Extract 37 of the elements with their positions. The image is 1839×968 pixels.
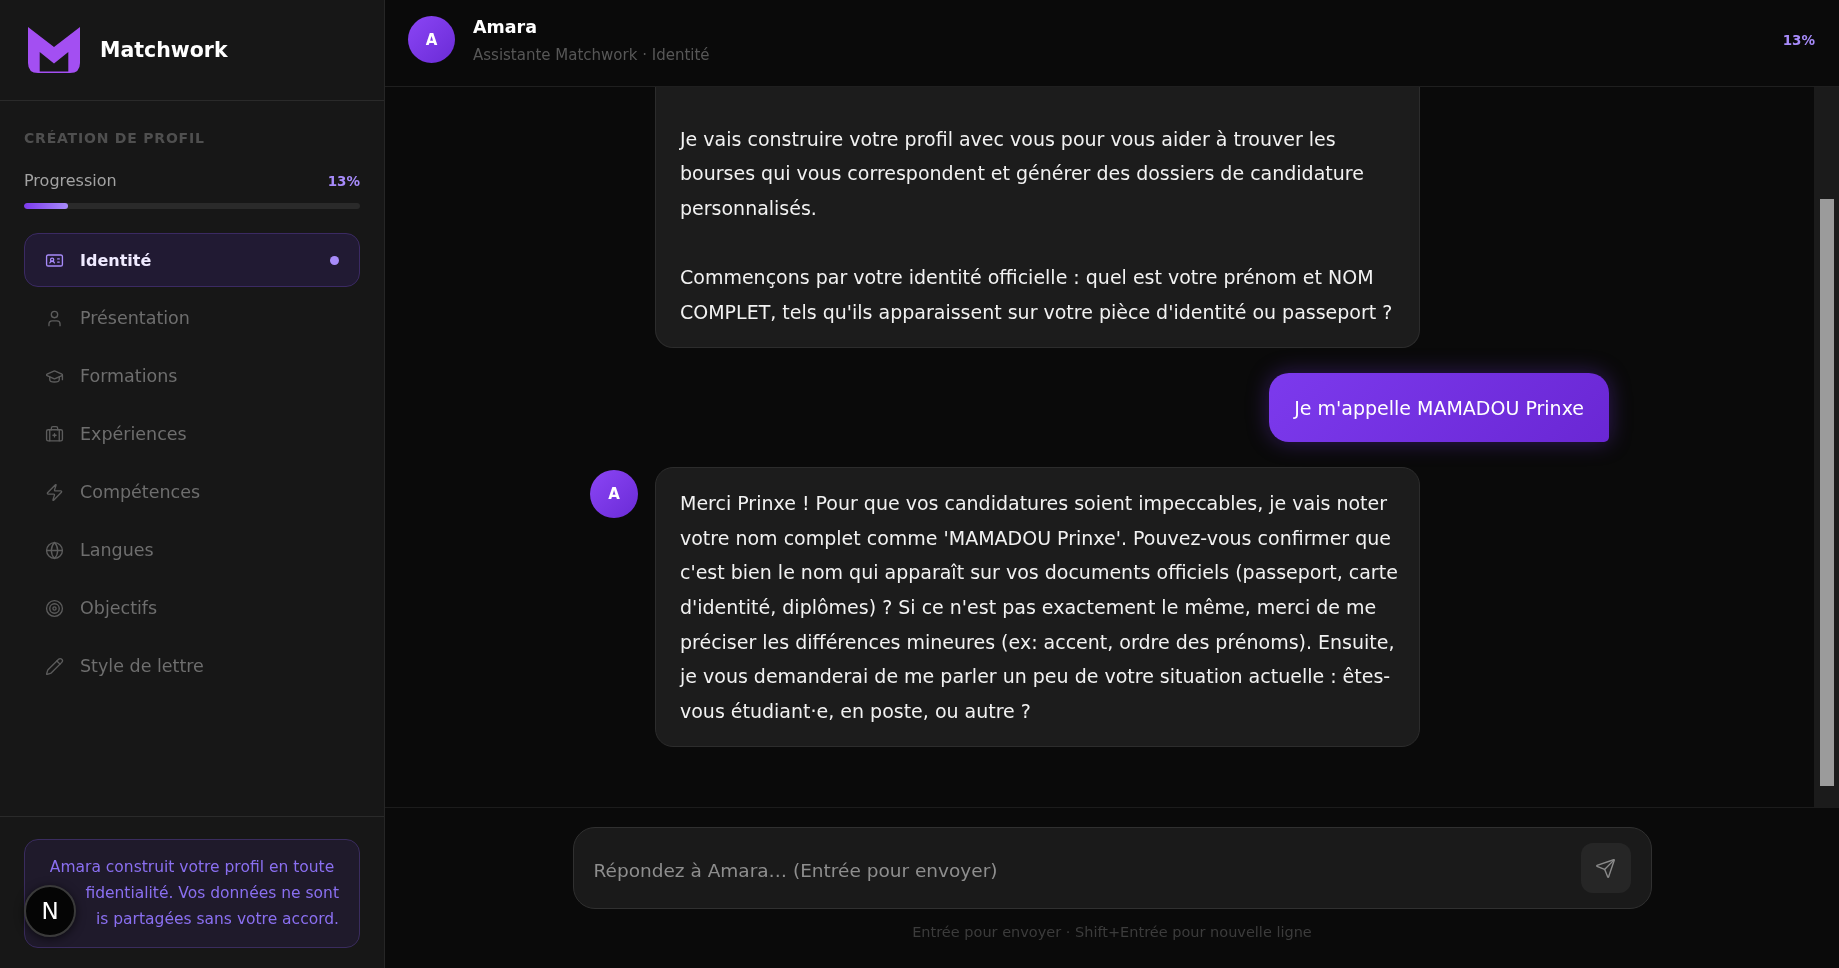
- message-field[interactable]: Répondez à Amara… (Entrée pour envoyer): [572, 827, 1652, 909]
- avatar: A: [408, 16, 455, 63]
- m-logo-icon: [28, 27, 80, 73]
- nav-item[interactable]: Expériences: [24, 407, 360, 461]
- scrollbar-thumb[interactable]: [1820, 199, 1834, 786]
- message-paragraph: Commençons par votre identité officielle : quel est votre prénom et NOM COMPLET, tels qu'ils apparaissent sur votre pièce d'identité ou passeport ?: [680, 264, 1394, 325]
- send-icon: [1595, 857, 1616, 879]
- lightning-icon: [45, 482, 64, 502]
- nav-item[interactable]: Formations: [24, 349, 360, 403]
- nav-item[interactable]: Compétences: [24, 465, 360, 519]
- contact-name: Amara: [473, 16, 539, 39]
- avatar: A: [590, 470, 638, 519]
- brand-name: Matchwork: [100, 37, 228, 63]
- globe-icon: [45, 540, 64, 560]
- person-icon: [45, 308, 64, 328]
- progress-value: 13%: [327, 172, 360, 191]
- nav-item[interactable]: Langues: [24, 523, 360, 577]
- briefcase-icon: [45, 424, 64, 444]
- section-title: CRÉATION DE PROFIL: [24, 130, 206, 146]
- pencil-icon: [45, 656, 64, 676]
- message-paragraph: Merci Prinxe ! Pour que vos candidatures soient impeccables, je vais noter votre nom complet comme 'MAMADOU Prinxe'. Pouvez-vous confirmer que c'est bien le nom qui apparaît sur vos documents officiels (passeport, carte d'identité, diplômes) ? Si ce n'est pas exactement le même, merci de me préciser les différences mineures (ex: accent, ordre des prénoms). Ensuite, je vous demanderai de me parler un peu de votre situation actuelle : êtes- vous étudiant·e, en poste, ou autre ?: [680, 491, 1399, 724]
- status-dot-icon: [330, 255, 339, 265]
- progress-label: Progression: [24, 171, 117, 191]
- nav-item[interactable]: Style de lettre: [24, 639, 360, 693]
- note-text: fidentialité. Vos données ne sont: [85, 883, 339, 904]
- nav-item[interactable]: Présentation: [24, 291, 360, 345]
- note-text: Amara construit votre profil en toute: [49, 857, 335, 878]
- user-message: Je m'appelle MAMADOU Prinxe: [1269, 373, 1609, 443]
- nav-item[interactable]: Identité: [24, 233, 360, 287]
- send-button[interactable]: [1580, 843, 1631, 893]
- contact-subtitle: Assistante Matchwork · Identité: [473, 45, 710, 65]
- target-icon: [45, 598, 64, 618]
- nav-item[interactable]: Objectifs: [24, 581, 360, 635]
- note-text: is partagées sans votre accord.: [95, 909, 339, 930]
- progress-percent: 13%: [1782, 31, 1815, 50]
- message-paragraph: Je vais construire votre profil avec vous pour vous aider à trouver les bourses qui vous correspondent et générer des dossiers de candidature personnalisés.: [680, 126, 1365, 221]
- message-input[interactable]: Répondez à Amara… (Entrée pour envoyer): [593, 858, 1569, 884]
